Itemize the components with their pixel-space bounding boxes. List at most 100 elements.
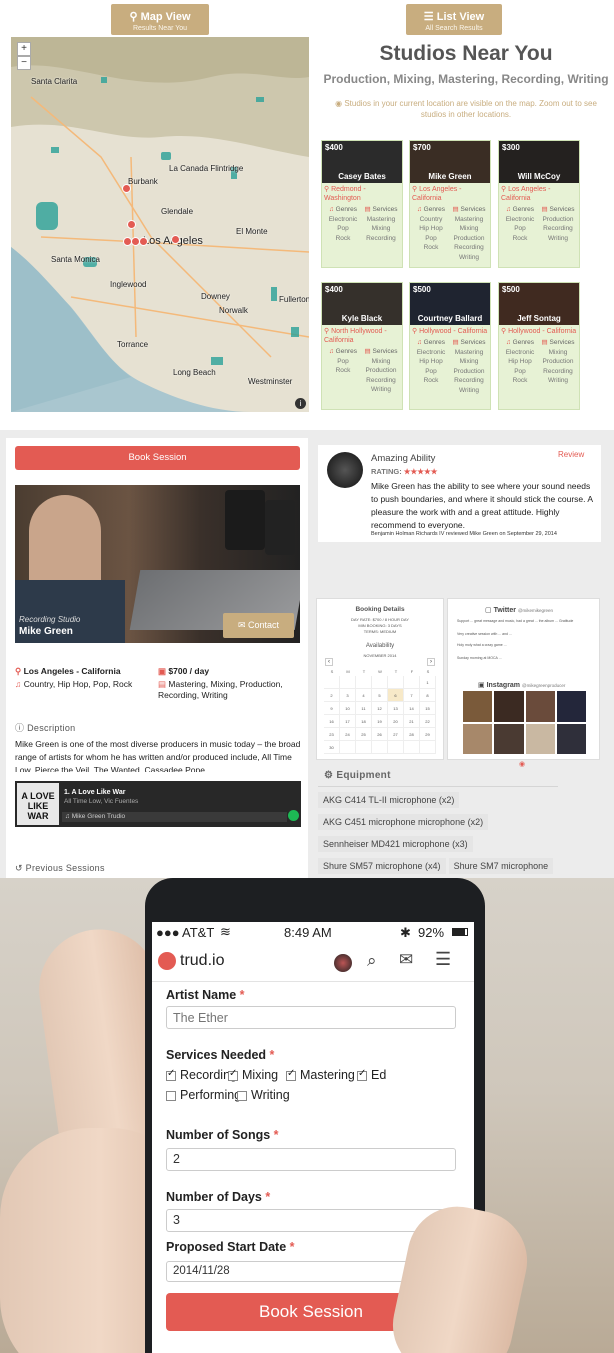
studio-card[interactable]: $300 Will McCoy ⚲ Los Angeles - California… <box>498 140 580 268</box>
spotify-player[interactable]: A LOVE LIKE WAR 1. A Love Like War All T… <box>15 781 301 827</box>
instagram-photo[interactable] <box>525 723 555 754</box>
mail-icon[interactable]: ✉ <box>399 950 413 970</box>
calendar-grid[interactable]: S M T W T F S 1 2 3 4 5 6 7 8 9 10 11 12 13 14 15 16 17 18 19 20 21… <box>324 669 436 754</box>
instagram-photo[interactable] <box>494 723 524 754</box>
zoom-out-button[interactable]: − <box>17 56 31 70</box>
calendar-day[interactable]: 6 <box>388 689 404 702</box>
checkbox[interactable] <box>357 1068 367 1081</box>
calendar-day[interactable] <box>388 676 404 689</box>
calendar-day[interactable]: 5 <box>372 689 388 702</box>
calendar-day[interactable]: 23 <box>324 728 340 741</box>
instagram-photo[interactable] <box>463 691 493 722</box>
calendar-day[interactable] <box>356 741 372 754</box>
user-avatar[interactable] <box>334 954 352 972</box>
zoom-in-button[interactable]: + <box>17 42 31 56</box>
instagram-photo[interactable] <box>525 691 555 722</box>
map-attribution-icon[interactable]: i <box>295 398 306 409</box>
instagram-photo[interactable] <box>556 691 586 722</box>
calendar-day[interactable] <box>324 676 340 689</box>
calendar-day[interactable]: 1 <box>420 676 436 689</box>
calendar-day[interactable]: 18 <box>356 715 372 728</box>
studio-card[interactable]: $500 Jeff Sontag ⚲ Hollywood - California ♫… <box>498 282 580 410</box>
calendar-day[interactable] <box>340 741 356 754</box>
studio-card-image[interactable]: $500 Jeff Sontag <box>499 283 579 325</box>
number-of-days-select[interactable]: 3 ⇕ <box>166 1209 456 1232</box>
artist-name-input[interactable] <box>166 1006 456 1029</box>
calendar-next-button[interactable]: › <box>427 658 435 666</box>
calendar-day[interactable] <box>388 741 404 754</box>
menu-icon[interactable]: ☰ <box>435 949 451 970</box>
service-option[interactable]: Writing <box>237 1088 290 1102</box>
list-view-tab[interactable]: ☰ List View All Search Results <box>406 4 502 35</box>
logo-text[interactable]: trud.io <box>180 952 224 970</box>
calendar-day[interactable]: 21 <box>404 715 420 728</box>
calendar-day[interactable]: 2 <box>324 689 340 702</box>
checkbox[interactable] <box>237 1090 247 1101</box>
calendar-day[interactable]: 12 <box>372 702 388 715</box>
instagram-photo[interactable] <box>556 723 586 754</box>
calendar-day[interactable]: 30 <box>324 741 340 754</box>
studio-card[interactable]: $400 Kyle Black ⚲ North Hollywood - Califo… <box>321 282 403 410</box>
service-option[interactable]: Recording <box>166 1068 237 1082</box>
calendar-day[interactable]: 17 <box>340 715 356 728</box>
studio-card[interactable]: $700 Mike Green ⚲ Los Angeles - California… <box>409 140 491 268</box>
service-option[interactable]: Mastering <box>286 1068 355 1082</box>
checkbox[interactable] <box>286 1068 296 1081</box>
spotify-icon[interactable] <box>288 810 299 821</box>
logo-icon[interactable] <box>158 952 176 970</box>
calendar-day[interactable]: 14 <box>404 702 420 715</box>
calendar-day[interactable]: 19 <box>372 715 388 728</box>
calendar-day[interactable]: 7 <box>404 689 420 702</box>
checkbox[interactable] <box>166 1090 176 1101</box>
calendar-prev-button[interactable]: ‹ <box>325 658 333 666</box>
calendar-day[interactable]: 29 <box>420 728 436 741</box>
studio-card-image[interactable]: $400 Kyle Black <box>322 283 402 325</box>
calendar-day[interactable]: 20 <box>388 715 404 728</box>
calendar-day[interactable]: 9 <box>324 702 340 715</box>
calendar-day[interactable]: 13 <box>388 702 404 715</box>
review-link[interactable]: Review <box>558 450 584 459</box>
studio-card-image[interactable]: $400 Casey Bates <box>322 141 402 183</box>
calendar-day[interactable]: 22 <box>420 715 436 728</box>
studio-card-image[interactable]: $300 Will McCoy <box>499 141 579 183</box>
calendar-day[interactable]: 27 <box>388 728 404 741</box>
calendar-day[interactable] <box>340 676 356 689</box>
calendar-day[interactable]: 8 <box>420 689 436 702</box>
service-option[interactable]: Ed <box>357 1068 386 1082</box>
calendar-day[interactable]: 10 <box>340 702 356 715</box>
calendar-day[interactable]: 4 <box>356 689 372 702</box>
calendar-day[interactable]: 24 <box>340 728 356 741</box>
map-view-tab[interactable]: ⚲ Map View Results Near You <box>111 4 209 35</box>
contact-button[interactable]: ✉ Contact <box>223 613 294 638</box>
studio-map-pin[interactable] <box>127 220 136 229</box>
service-option[interactable]: Mixing <box>228 1068 278 1082</box>
calendar-day[interactable] <box>372 741 388 754</box>
calendar-day[interactable] <box>356 676 372 689</box>
studio-map[interactable]: + − Santa Clarita La Canada Flintridge B… <box>11 37 309 412</box>
calendar-day[interactable]: 15 <box>420 702 436 715</box>
calendar-day[interactable]: 26 <box>372 728 388 741</box>
studio-map-pin[interactable] <box>171 235 180 244</box>
number-of-songs-input[interactable]: 2 <box>166 1148 456 1171</box>
book-session-button[interactable]: Book Session <box>15 446 300 470</box>
calendar-day[interactable]: 25 <box>356 728 372 741</box>
calendar-day[interactable] <box>420 741 436 754</box>
search-icon[interactable]: ⌕ <box>367 951 377 971</box>
studio-card[interactable]: $500 Courtney Ballard ⚲ Hollywood - Califo… <box>409 282 491 410</box>
instagram-photo[interactable] <box>494 691 524 722</box>
studio-map-pin[interactable] <box>122 184 131 193</box>
studio-card-image[interactable]: $500 Courtney Ballard <box>410 283 490 325</box>
studio-card[interactable]: $400 Casey Bates ⚲ Redmond - Washington ♫ G… <box>321 140 403 268</box>
instagram-photo[interactable] <box>463 723 493 754</box>
instagram-grid[interactable] <box>463 691 586 754</box>
calendar-day[interactable]: 16 <box>324 715 340 728</box>
calendar-day[interactable]: 3 <box>340 689 356 702</box>
calendar-day[interactable] <box>372 676 388 689</box>
checkbox[interactable] <box>228 1068 238 1081</box>
service-option[interactable]: Performing <box>166 1088 241 1102</box>
checkbox[interactable] <box>166 1068 176 1081</box>
calendar-day[interactable] <box>404 676 420 689</box>
studio-map-pin[interactable] <box>139 237 148 246</box>
calendar-day[interactable] <box>404 741 420 754</box>
studio-card-image[interactable]: $700 Mike Green <box>410 141 490 183</box>
